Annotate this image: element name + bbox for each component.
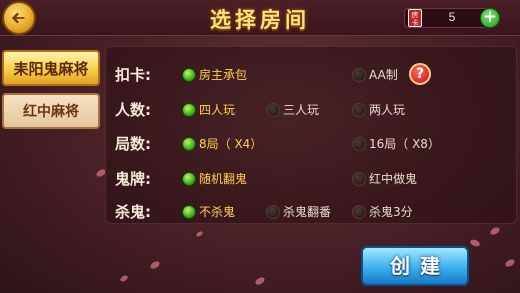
- option-label: 16局（ X8）: [369, 137, 440, 151]
- option-three-players[interactable]: 三人玩: [266, 101, 319, 118]
- radio-unselected-icon: [266, 204, 280, 219]
- option-label: 三人玩: [283, 103, 320, 117]
- option-two-players[interactable]: 两人玩: [352, 101, 405, 118]
- petal-decoration: [504, 257, 516, 269]
- plus-icon: +: [482, 7, 498, 27]
- petal-decoration: [254, 275, 266, 287]
- ghost-label: 鬼牌:: [115, 170, 151, 188]
- radio-unselected-icon: [352, 171, 366, 186]
- radio-selected-icon: [182, 67, 196, 82]
- page-title: 选择房间: [210, 7, 310, 32]
- petal-decoration: [489, 225, 501, 237]
- add-card-button[interactable]: +: [480, 8, 500, 28]
- radio-unselected-icon: [352, 102, 366, 117]
- option-label: 杀鬼3分: [369, 205, 413, 219]
- back-button[interactable]: [2, 1, 36, 35]
- radio-unselected-icon: [266, 102, 280, 117]
- petal-decoration: [469, 238, 481, 248]
- option-no-kill-ghost[interactable]: 不杀鬼: [182, 203, 235, 220]
- option-label: 房主承包: [199, 68, 248, 82]
- option-label: 杀鬼翻番: [283, 205, 332, 219]
- option-16-rounds[interactable]: 16局（ X8）: [352, 135, 440, 152]
- option-label: 两人玩: [369, 103, 406, 117]
- option-kill-ghost-3-points[interactable]: 杀鬼3分: [352, 203, 413, 220]
- tab-hongzhong-mahjong[interactable]: 红中麻将: [2, 93, 100, 129]
- option-8-rounds[interactable]: 8局（ X4）: [182, 135, 262, 152]
- kill-label: 杀鬼:: [115, 203, 151, 221]
- petal-decoration: [195, 230, 204, 238]
- players-label: 人数:: [115, 101, 151, 119]
- option-random-ghost[interactable]: 随机翻鬼: [182, 170, 247, 187]
- option-red-dragon-ghost[interactable]: 红中做鬼: [352, 170, 417, 187]
- options-panel: [105, 46, 517, 224]
- create-room-button[interactable]: 创建: [361, 246, 469, 286]
- room-card-icon: 房卡: [408, 9, 422, 27]
- radio-selected-icon: [182, 102, 196, 117]
- help-button[interactable]: ?: [409, 63, 431, 85]
- option-label: 不杀鬼: [199, 205, 236, 219]
- radio-selected-icon: [182, 136, 196, 151]
- option-kill-ghost-double[interactable]: 杀鬼翻番: [266, 203, 331, 220]
- radio-selected-icon: [182, 204, 196, 219]
- radio-selected-icon: [182, 171, 196, 186]
- option-label: 四人玩: [199, 103, 236, 117]
- option-four-players[interactable]: 四人玩: [182, 101, 235, 118]
- option-aa-pay[interactable]: AA制: [352, 66, 398, 83]
- petal-decoration: [119, 274, 129, 283]
- room-card-count: 5: [448, 10, 456, 24]
- option-owner-pays[interactable]: 房主承包: [182, 66, 247, 83]
- tab-leiyang-ghost-mahjong[interactable]: 耒阳鬼麻将: [2, 50, 100, 86]
- radio-unselected-icon: [352, 67, 366, 82]
- back-arrow-icon: [11, 12, 25, 24]
- option-label: AA制: [369, 68, 398, 82]
- pay-label: 扣卡:: [115, 66, 151, 84]
- rounds-label: 局数:: [115, 135, 151, 153]
- radio-unselected-icon: [352, 136, 366, 151]
- option-label: 随机翻鬼: [199, 172, 248, 186]
- radio-unselected-icon: [352, 204, 366, 219]
- option-label: 红中做鬼: [369, 172, 418, 186]
- option-label: 8局（ X4）: [199, 137, 263, 151]
- petal-decoration: [149, 259, 161, 271]
- question-icon: ?: [415, 66, 425, 82]
